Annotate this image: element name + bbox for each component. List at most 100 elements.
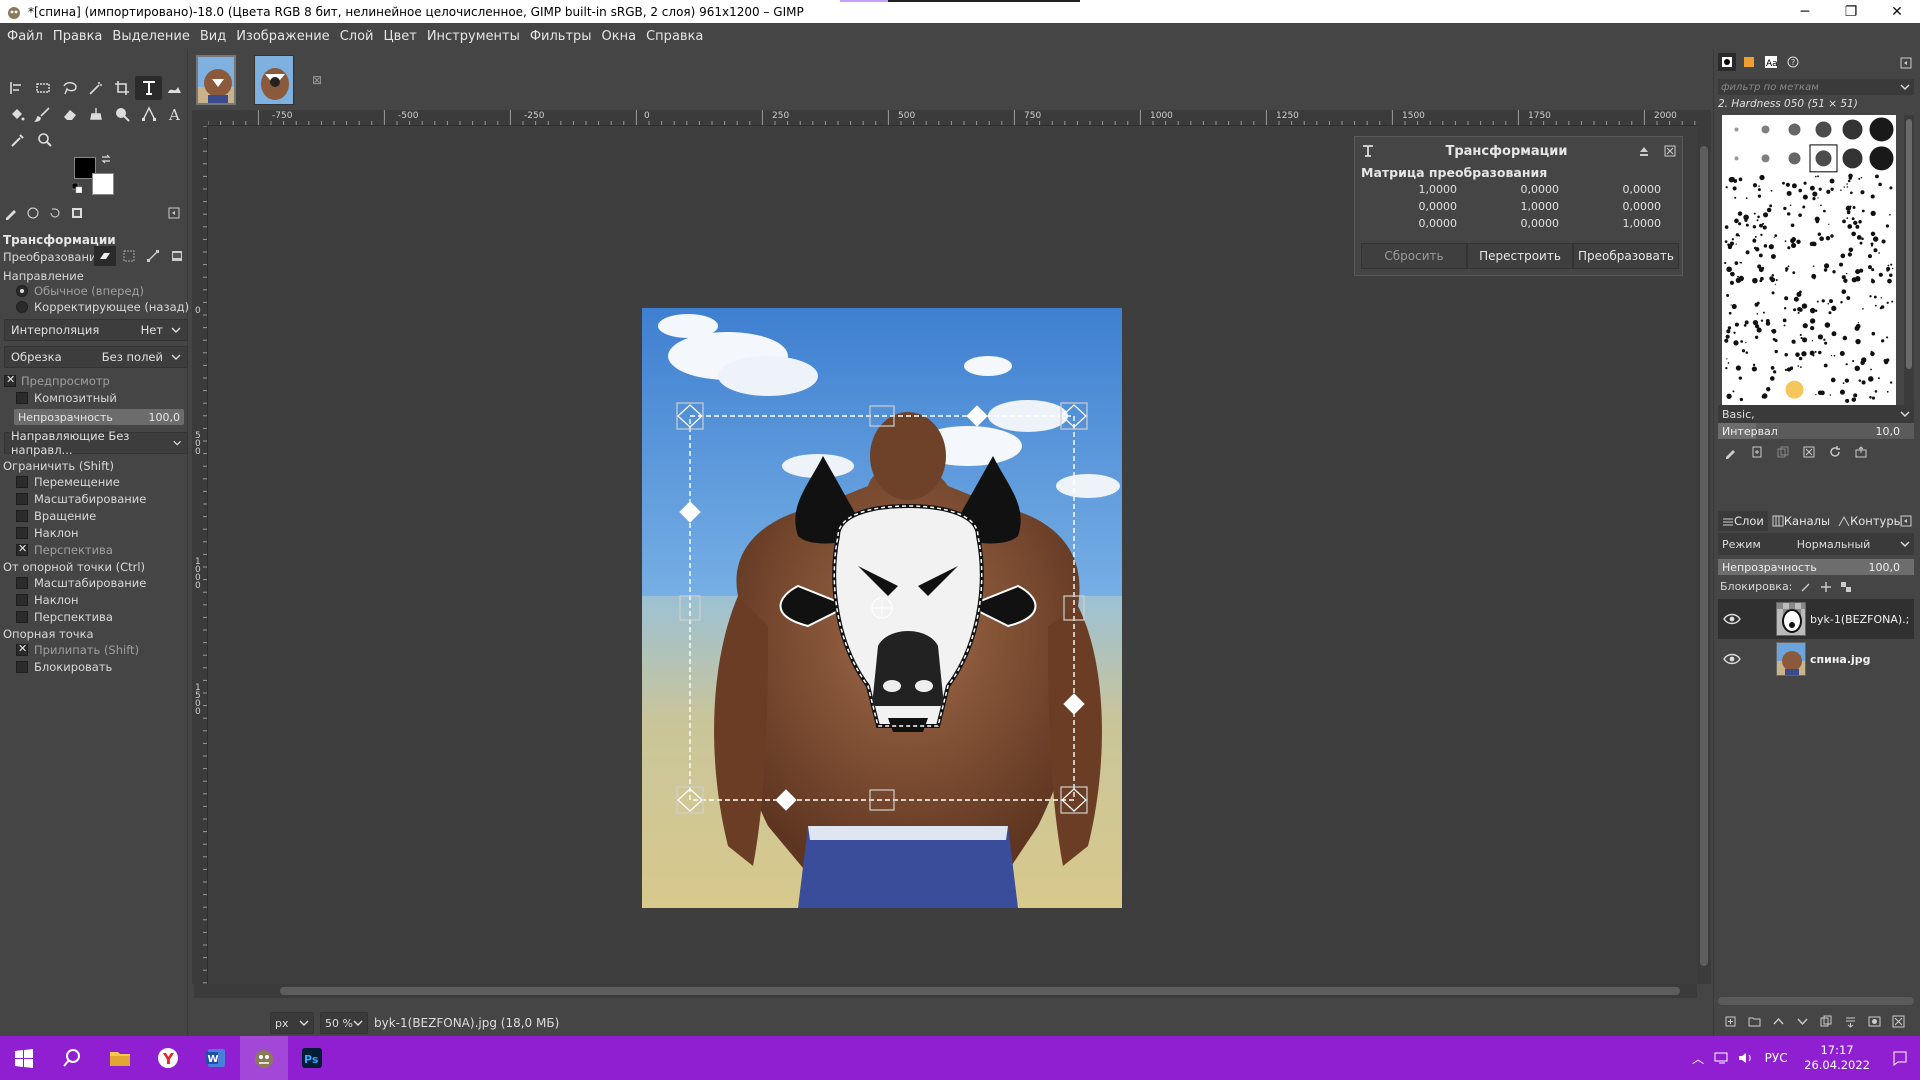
help-tab-icon[interactable]: ? — [1784, 53, 1802, 71]
maximize-button[interactable]: ❐ — [1828, 0, 1874, 23]
network-icon[interactable] — [1710, 1051, 1734, 1065]
transform-path-icon[interactable] — [142, 246, 164, 266]
image-tab-back[interactable] — [196, 55, 236, 105]
free-select-tool-icon[interactable] — [57, 76, 83, 100]
notifications-icon[interactable] — [1880, 1050, 1920, 1066]
duplicate-brush-icon[interactable] — [1770, 443, 1796, 461]
lock-pixels-icon[interactable] — [1800, 581, 1812, 593]
clone-tool-icon[interactable] — [83, 102, 109, 126]
photoshop-icon[interactable]: Ps — [288, 1036, 336, 1080]
tool-options-tab-icon[interactable] — [4, 206, 22, 222]
pivot-scale-checkbox[interactable] — [16, 577, 28, 589]
menu-select[interactable]: Выделение — [107, 29, 194, 44]
fonts-tab-icon[interactable]: Aa — [1762, 53, 1780, 71]
layer-opacity-slider[interactable]: Непрозрачность 100,0 — [1718, 559, 1914, 575]
brush-scrollbar[interactable] — [1904, 115, 1914, 433]
readjust-button[interactable]: Перестроить — [1467, 243, 1573, 269]
transform-selection-icon[interactable] — [118, 246, 140, 266]
brush-scrollbar-thumb[interactable] — [1906, 119, 1912, 369]
layer-row[interactable]: спина.jpg — [1718, 639, 1914, 679]
menu-image[interactable]: Изображение — [231, 29, 334, 44]
new-layer-icon[interactable] — [1718, 1011, 1742, 1031]
bucket-fill-tool-icon[interactable] — [4, 102, 30, 126]
unified-transform-tool-icon[interactable] — [135, 76, 162, 100]
menu-view[interactable]: Вид — [195, 29, 231, 44]
swap-colors-icon[interactable] — [100, 153, 112, 165]
vertical-scrollbar-thumb[interactable] — [1700, 146, 1708, 966]
anchor-snap-checkbox[interactable] — [16, 642, 28, 656]
raise-layer-icon[interactable] — [1766, 1011, 1790, 1031]
crop-tool-icon[interactable] — [109, 76, 135, 100]
warp-transform-tool-icon[interactable] — [162, 76, 188, 100]
delete-layer-icon[interactable] — [1886, 1011, 1910, 1031]
layer-mode-combo[interactable]: Режим Нормальный — [1718, 533, 1914, 555]
refresh-brushes-icon[interactable] — [1822, 443, 1848, 461]
unit-select[interactable]: px — [270, 1012, 314, 1034]
color-picker-tool-icon[interactable] — [4, 128, 31, 152]
vertical-ruler[interactable]: 0 5 0 0 1 0 0 0 1 5 0 0 — [192, 126, 208, 984]
constrain-perspective-checkbox[interactable] — [16, 542, 28, 556]
menu-edit[interactable]: Правка — [48, 29, 107, 44]
menu-layer[interactable]: Слой — [335, 29, 379, 44]
language-indicator[interactable]: РУС — [1758, 1051, 1794, 1065]
direction-corrective-radio[interactable] — [16, 301, 28, 313]
reset-button[interactable]: Сбросить — [1361, 243, 1467, 269]
edit-brush-icon[interactable] — [1718, 443, 1744, 461]
horizontal-ruler[interactable]: -750 -500 -250 0 250 500 750 1000 1250 1… — [208, 110, 1697, 126]
menu-file[interactable]: Файл — [2, 29, 48, 44]
minimize-button[interactable]: ─ — [1782, 0, 1828, 23]
volume-icon[interactable] — [1734, 1051, 1758, 1065]
file-explorer-icon[interactable] — [96, 1036, 144, 1080]
guides-combo[interactable]: Направляющие Без направл... — [4, 429, 188, 457]
mask-layer-icon[interactable] — [1862, 1011, 1886, 1031]
preview-checkbox[interactable] — [4, 373, 16, 387]
image-tab-bull[interactable] — [254, 55, 294, 105]
open-as-image-icon[interactable] — [1848, 443, 1874, 461]
lower-layer-icon[interactable] — [1790, 1011, 1814, 1031]
close-icon[interactable] — [1664, 145, 1676, 157]
gimp-taskbar-icon[interactable] — [240, 1036, 288, 1080]
device-status-tab-icon[interactable] — [26, 206, 44, 222]
navigate-button[interactable] — [1697, 110, 1711, 126]
zoom-tool-icon[interactable] — [31, 128, 58, 152]
text-tool-icon[interactable]: A — [162, 102, 188, 126]
constrain-scale-checkbox[interactable] — [16, 493, 28, 505]
opacity-slider[interactable]: Непрозрачность 100,0 — [14, 409, 184, 425]
menu-windows[interactable]: Окна — [597, 29, 642, 44]
undo-history-tab-icon[interactable] — [48, 206, 66, 222]
anchor-lock-checkbox[interactable] — [16, 661, 28, 673]
background-color-swatch[interactable] — [92, 173, 114, 195]
paintbrush-tool-icon[interactable] — [30, 102, 56, 126]
menu-help[interactable]: Справка — [641, 29, 708, 44]
fuzzy-select-tool-icon[interactable] — [83, 76, 109, 100]
layer-name[interactable]: спина.jpg — [1810, 653, 1871, 666]
menu-colors[interactable]: Цвет — [378, 29, 421, 44]
panel-menu-icon[interactable] — [1900, 515, 1912, 527]
constrain-move-checkbox[interactable] — [16, 476, 28, 488]
delete-brush-icon[interactable] — [1796, 443, 1822, 461]
tab-paths[interactable]: Контуры — [1834, 511, 1907, 531]
merge-layer-icon[interactable] — [1838, 1011, 1862, 1031]
panel-menu-icon[interactable] — [1900, 57, 1912, 69]
chevron-up-icon[interactable]: ︿ — [1686, 1050, 1710, 1067]
lock-position-icon[interactable] — [1820, 581, 1832, 593]
eject-icon[interactable] — [1638, 145, 1650, 157]
word-icon[interactable]: W — [192, 1036, 240, 1080]
eye-icon[interactable] — [1718, 613, 1746, 625]
default-colors-icon[interactable] — [72, 183, 82, 193]
panel-menu-icon[interactable] — [168, 207, 180, 219]
paths-tool-icon[interactable] — [135, 102, 161, 126]
composite-checkbox[interactable] — [16, 392, 28, 404]
clipping-combo[interactable]: Обрезка Без полей — [4, 346, 188, 368]
images-tab-icon[interactable] — [70, 206, 88, 222]
new-brush-icon[interactable] — [1744, 443, 1770, 461]
constrain-shear-checkbox[interactable] — [16, 527, 28, 539]
layer-row[interactable]: byk-1(BEZFONA).; — [1718, 599, 1914, 639]
rect-select-tool-icon[interactable] — [30, 76, 56, 100]
new-layer-group-icon[interactable] — [1742, 1011, 1766, 1031]
layer-name[interactable]: byk-1(BEZFONA).; — [1810, 613, 1909, 626]
lock-alpha-icon[interactable] — [1840, 581, 1852, 593]
zoom-select[interactable]: 50 % — [320, 1012, 368, 1034]
pivot-perspective-checkbox[interactable] — [16, 611, 28, 623]
layers-scrollbar[interactable] — [1718, 997, 1914, 1005]
